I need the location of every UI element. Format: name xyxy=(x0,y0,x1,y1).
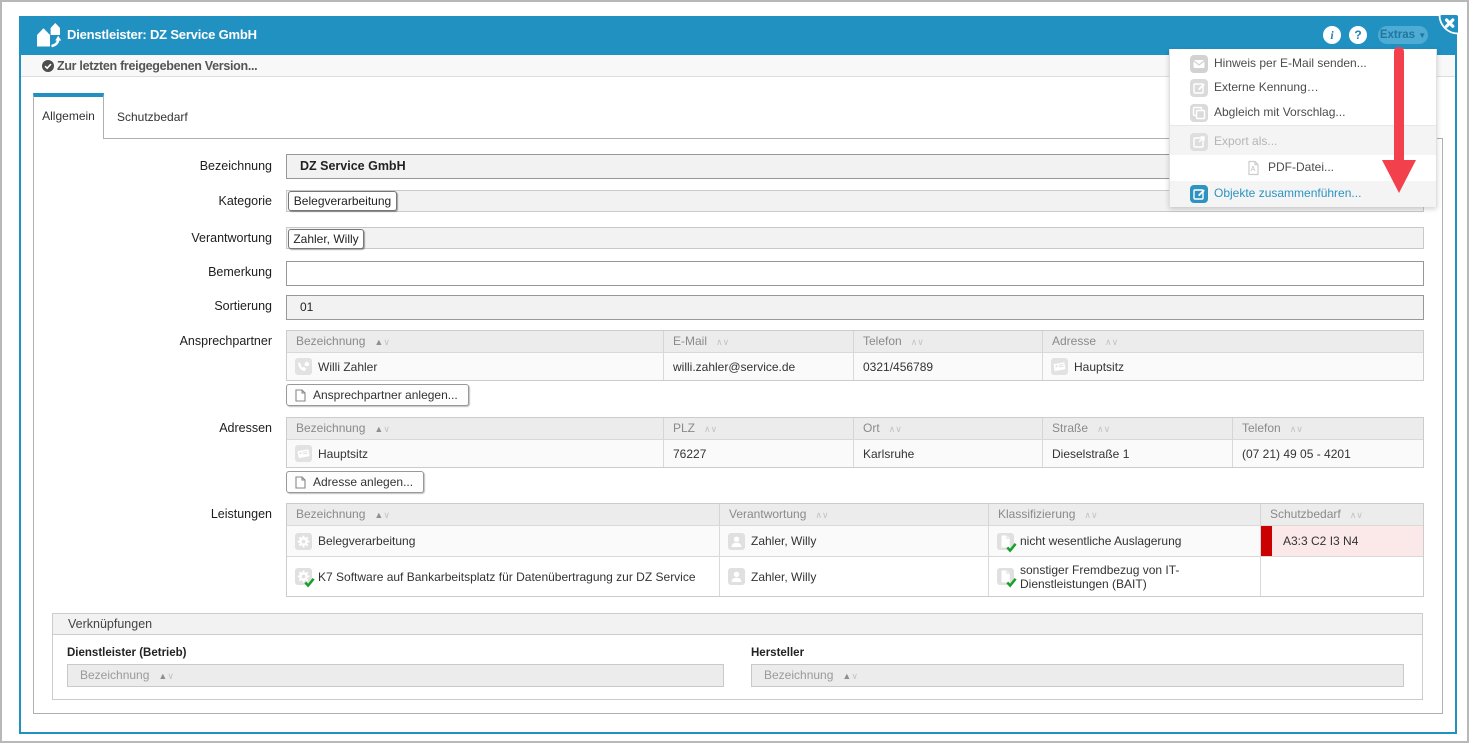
svg-text:A: A xyxy=(1251,166,1256,173)
